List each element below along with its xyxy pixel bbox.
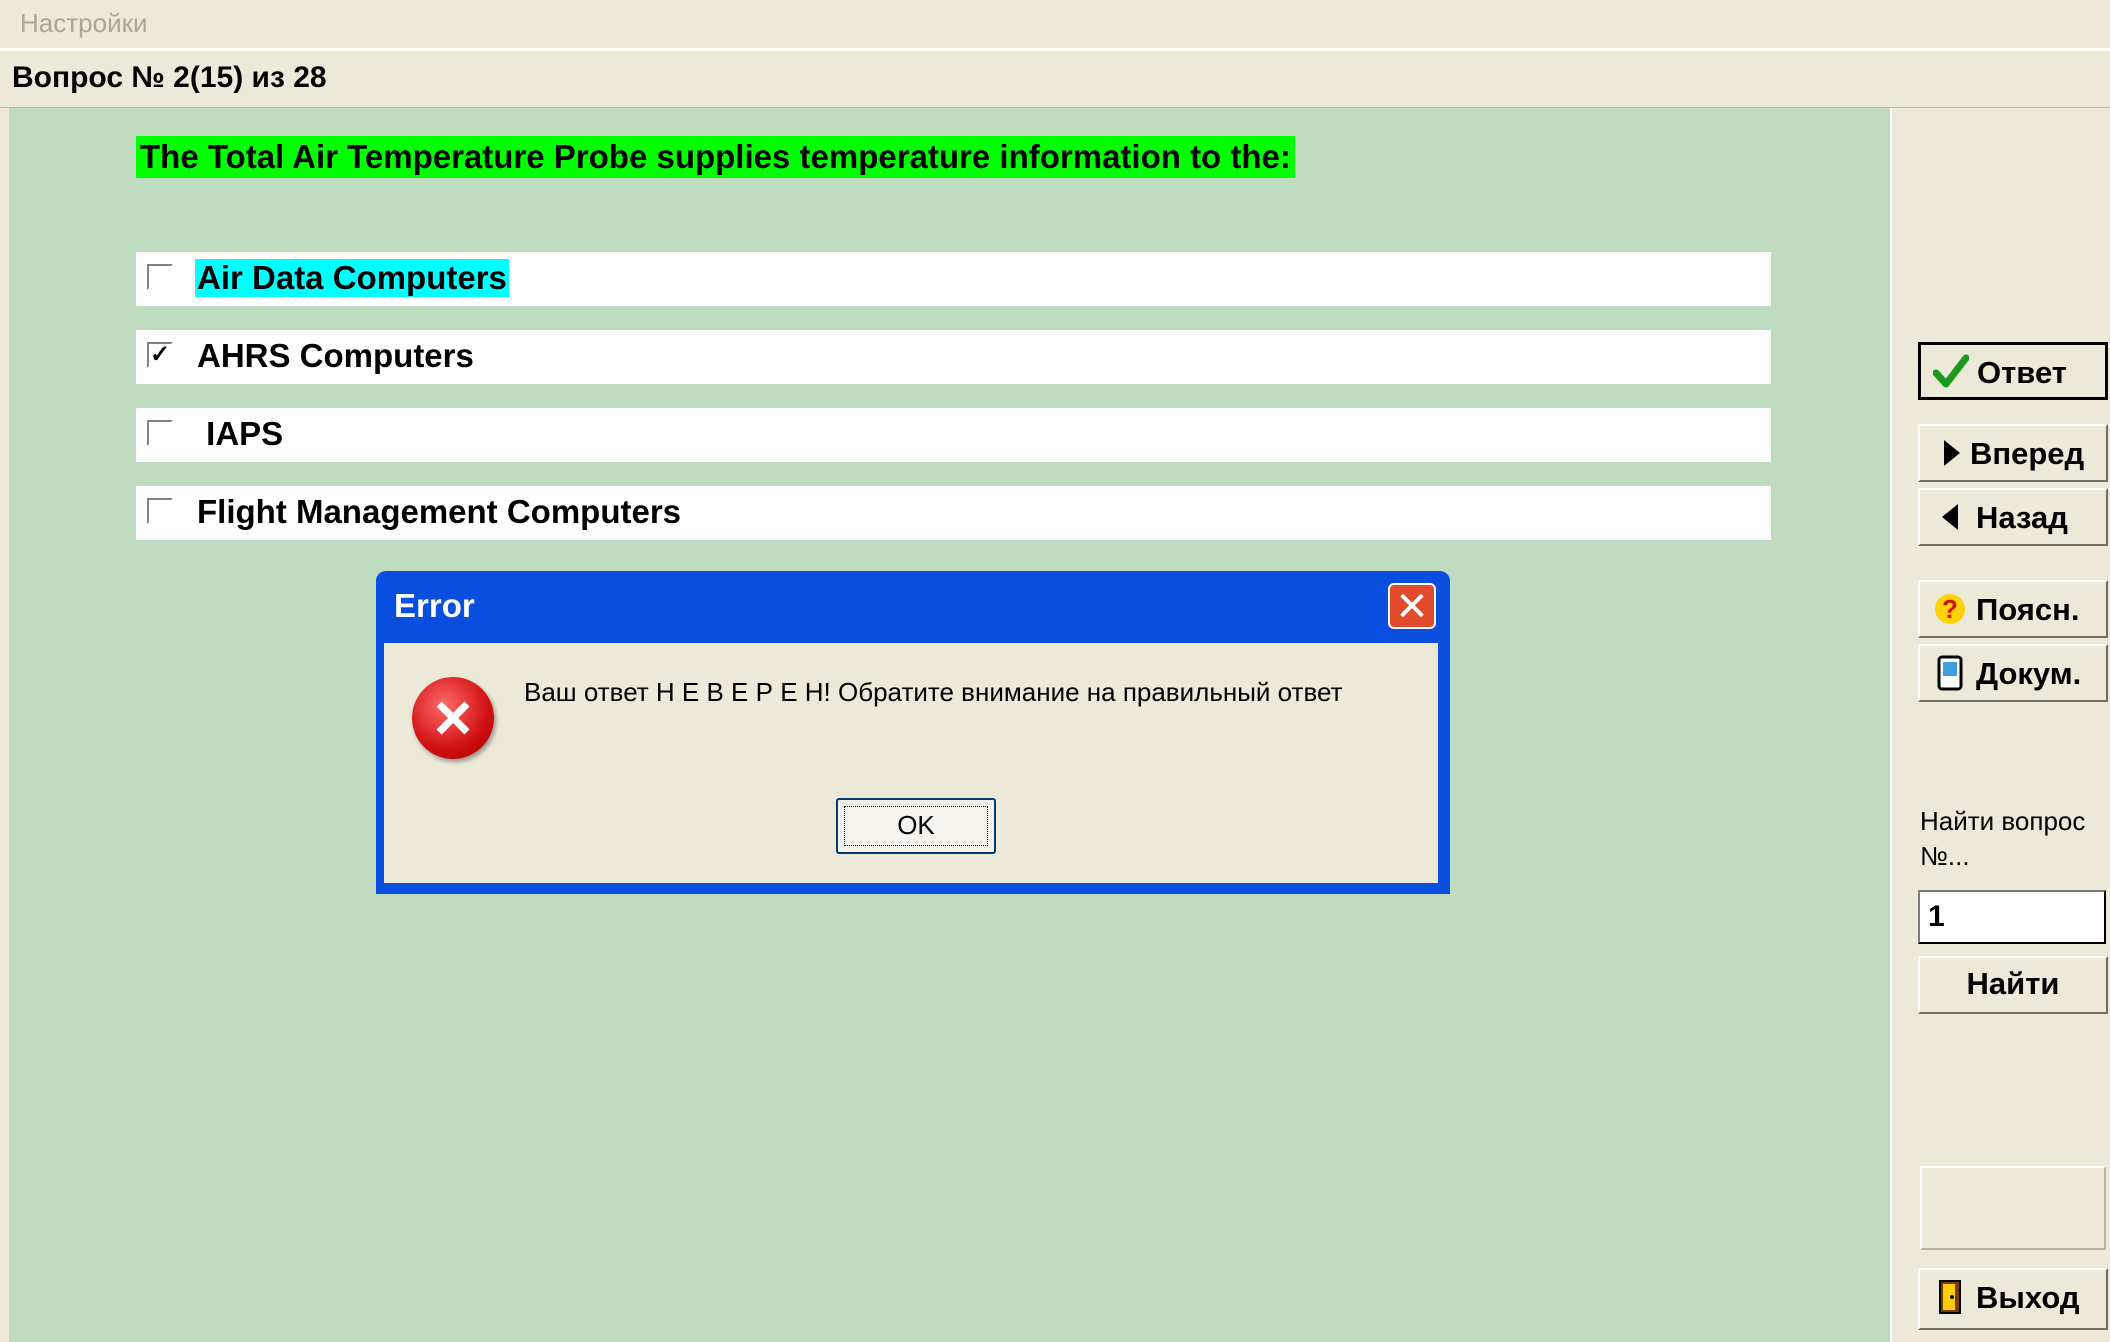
question-text: The Total Air Temperature Probe supplies… bbox=[136, 136, 1295, 178]
menu-settings[interactable]: Настройки bbox=[20, 8, 148, 39]
find-button-label: Найти bbox=[1966, 966, 2060, 1001]
play-left-icon bbox=[1942, 504, 1958, 530]
answer-label-3[interactable]: IAPS bbox=[195, 415, 285, 453]
error-icon: × bbox=[412, 677, 494, 759]
back-button-label: Назад bbox=[1976, 500, 2068, 535]
answer-checkbox-4[interactable] bbox=[147, 498, 173, 524]
forward-button[interactable]: Вперед bbox=[1918, 424, 2108, 482]
focus-rect bbox=[844, 806, 988, 846]
menu-bar: Настройки bbox=[0, 0, 2110, 51]
play-right-icon bbox=[1944, 440, 1960, 466]
back-button[interactable]: Назад bbox=[1918, 488, 2108, 546]
answer-checkbox-1[interactable] bbox=[147, 264, 173, 290]
dialog-title: Error bbox=[394, 587, 475, 624]
forward-button-label: Вперед bbox=[1970, 436, 2085, 471]
explain-button-label: Поясн. bbox=[1976, 592, 2080, 627]
sidebar: Ответ Вперед Назад ? Поясн. Докум. Найти… bbox=[1890, 108, 2110, 1342]
find-button[interactable]: Найти bbox=[1918, 956, 2108, 1014]
answer-checkbox-3[interactable] bbox=[147, 420, 173, 446]
dialog-message: Ваш ответ Н Е В Е Р Е Н! Обратите вниман… bbox=[524, 677, 1343, 707]
dialog-body: × Ваш ответ Н Е В Е Р Е Н! Обратите вним… bbox=[384, 643, 1438, 883]
find-question-input[interactable] bbox=[1918, 890, 2106, 944]
svg-text:?: ? bbox=[1942, 594, 1958, 624]
document-icon bbox=[1937, 655, 1963, 691]
answer-option-1[interactable]: Air Data Computers bbox=[136, 252, 1771, 306]
answer-checkbox-2[interactable]: ✓ bbox=[147, 342, 173, 368]
find-question-label: Найти вопрос №... bbox=[1920, 806, 2086, 871]
error-dialog: Error ✕ × Ваш ответ Н Е В Е Р Е Н! Обрат… bbox=[376, 571, 1450, 894]
help-icon: ? bbox=[1935, 594, 1965, 624]
answer-label-1[interactable]: Air Data Computers bbox=[195, 259, 509, 297]
explain-button[interactable]: ? Поясн. bbox=[1918, 580, 2108, 638]
blank-button[interactable] bbox=[1920, 1166, 2106, 1250]
answer-option-2[interactable]: ✓ AHRS Computers bbox=[136, 330, 1771, 384]
answer-option-4[interactable]: Flight Management Computers bbox=[136, 486, 1771, 540]
answer-option-3[interactable]: IAPS bbox=[136, 408, 1771, 462]
exit-door-icon bbox=[1939, 1280, 1961, 1314]
docs-button-label: Докум. bbox=[1976, 656, 2082, 691]
ok-button[interactable]: OK bbox=[836, 798, 996, 854]
answer-button[interactable]: Ответ bbox=[1918, 342, 2108, 400]
exit-button-label: Выход bbox=[1976, 1280, 2080, 1315]
checkmark-icon bbox=[1933, 354, 1969, 388]
exit-button[interactable]: Выход bbox=[1918, 1268, 2108, 1330]
question-number: Вопрос № 2(15) из 28 bbox=[12, 61, 327, 94]
docs-button[interactable]: Докум. bbox=[1918, 644, 2108, 702]
answer-label-4[interactable]: Flight Management Computers bbox=[195, 493, 683, 531]
answer-label-2[interactable]: AHRS Computers bbox=[195, 337, 476, 375]
question-header: Вопрос № 2(15) из 28 bbox=[0, 51, 2110, 109]
answer-button-label: Ответ bbox=[1977, 355, 2067, 390]
close-icon[interactable]: ✕ bbox=[1388, 583, 1436, 629]
